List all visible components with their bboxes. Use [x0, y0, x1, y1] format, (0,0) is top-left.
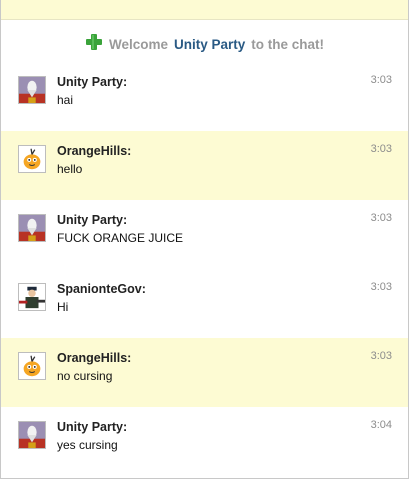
chat-top-band — [1, 0, 408, 20]
message-username[interactable]: OrangeHills: — [57, 351, 131, 365]
unity-party-avatar[interactable] — [18, 421, 46, 449]
unity-party-avatar[interactable] — [18, 214, 46, 242]
orangehills-avatar[interactable] — [18, 352, 46, 380]
welcome-message: Welcome Unity Party to the chat! — [1, 33, 408, 55]
message-username[interactable]: Unity Party: — [57, 213, 127, 227]
message-username[interactable]: SpanionteGov: — [57, 282, 146, 296]
message-username[interactable]: Unity Party: — [57, 420, 127, 434]
message-text: hello — [57, 162, 83, 176]
chat-message: SpanionteGov: Hi 3:03 — [1, 269, 408, 338]
message-time: 3:04 — [370, 419, 392, 431]
message-text: Hi — [57, 300, 69, 314]
chat-message: Unity Party: hai 3:03 — [1, 62, 408, 131]
chat-message: OrangeHills: hello 3:03 — [1, 131, 408, 200]
message-time: 3:03 — [370, 281, 392, 293]
chat-message: Unity Party: yes cursing 3:04 — [1, 407, 408, 476]
message-text: FUCK ORANGE JUICE — [57, 231, 184, 245]
message-text: hai — [57, 93, 74, 107]
welcome-suffix: to the chat! — [251, 36, 325, 52]
plus-icon — [85, 34, 102, 50]
message-username[interactable]: OrangeHills: — [57, 144, 131, 158]
message-time: 3:03 — [370, 350, 392, 362]
chat-log: Welcome Unity Party to the chat! Unity P… — [0, 0, 409, 479]
message-time: 3:03 — [370, 212, 392, 224]
message-text: yes cursing — [57, 438, 118, 452]
unity-party-avatar[interactable] — [18, 76, 46, 104]
chat-message: Unity Party: FUCK ORANGE JUICE 3:03 — [1, 200, 408, 269]
welcome-user-name[interactable]: Unity Party — [174, 37, 245, 52]
message-time: 3:03 — [370, 143, 392, 155]
message-text: no cursing — [57, 369, 113, 383]
chat-message: OrangeHills: no cursing 3:03 — [1, 338, 408, 407]
spaniontegov-avatar[interactable] — [18, 283, 46, 311]
message-time: 3:03 — [370, 74, 392, 86]
message-username[interactable]: Unity Party: — [57, 75, 127, 89]
orangehills-avatar[interactable] — [18, 145, 46, 173]
welcome-prefix: Welcome — [108, 36, 168, 52]
